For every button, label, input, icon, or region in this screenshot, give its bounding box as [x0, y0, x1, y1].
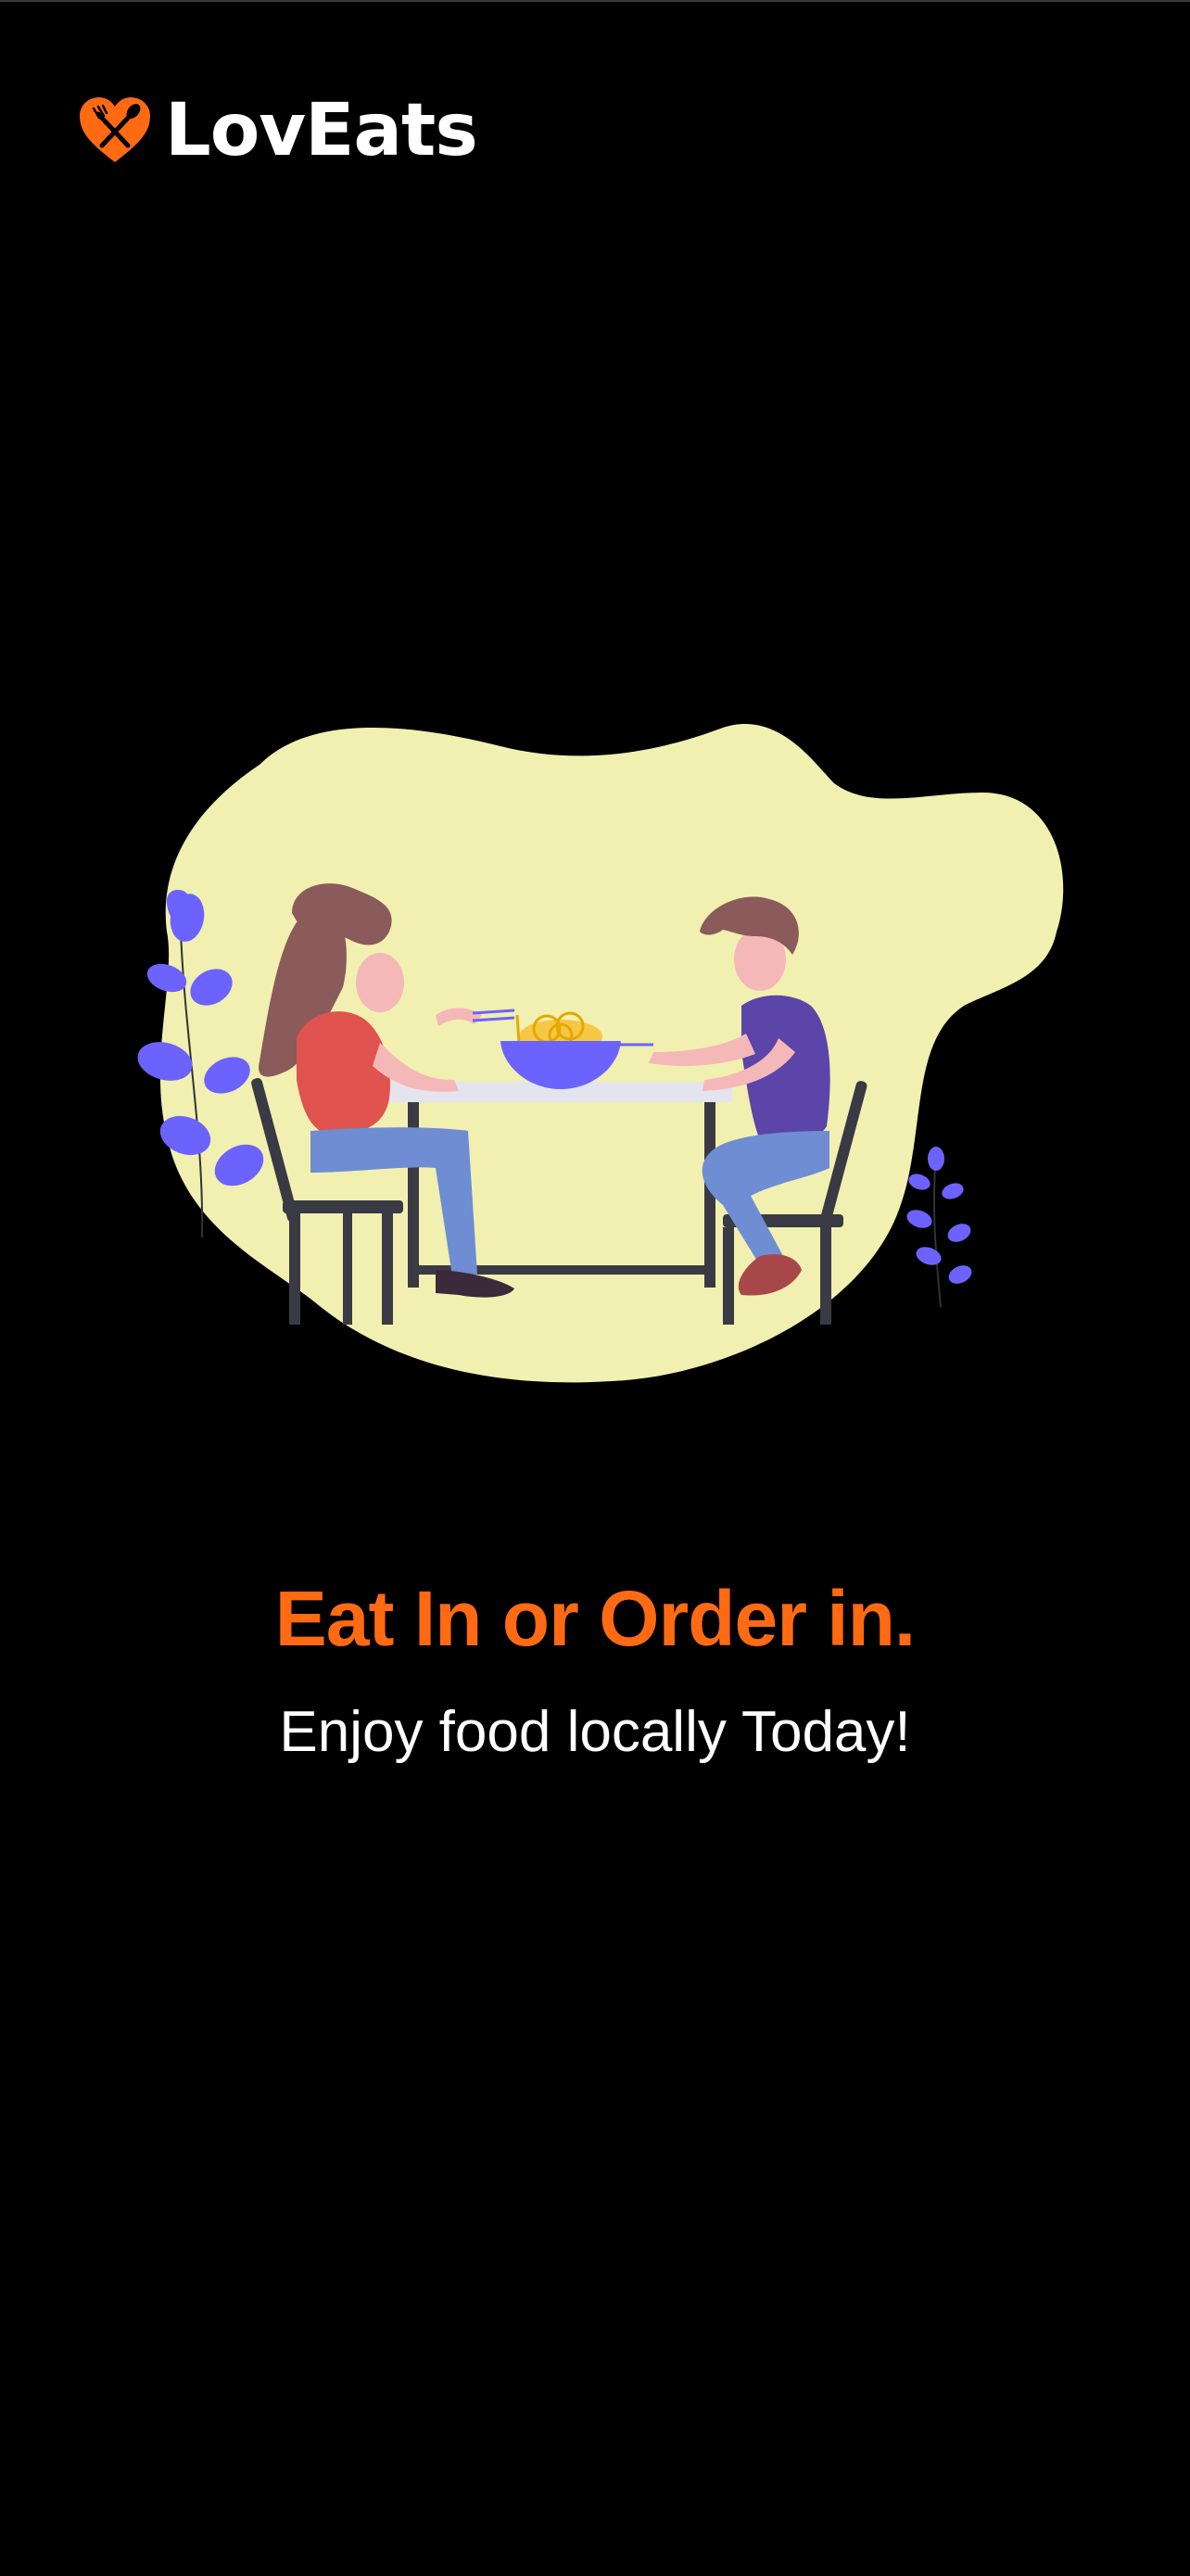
- couple-dining-illustration: [130, 709, 1066, 1395]
- subheadline: Enjoy food locally Today!: [279, 1700, 911, 1764]
- brand-name: LovEats: [165, 89, 478, 172]
- headline: Eat In or Order in.: [274, 1575, 916, 1662]
- brand-logo: LovEats: [78, 89, 478, 172]
- top-divider: [0, 0, 1190, 2]
- right-plant: [906, 1147, 972, 1308]
- heart-fork-knife-icon: [78, 95, 152, 166]
